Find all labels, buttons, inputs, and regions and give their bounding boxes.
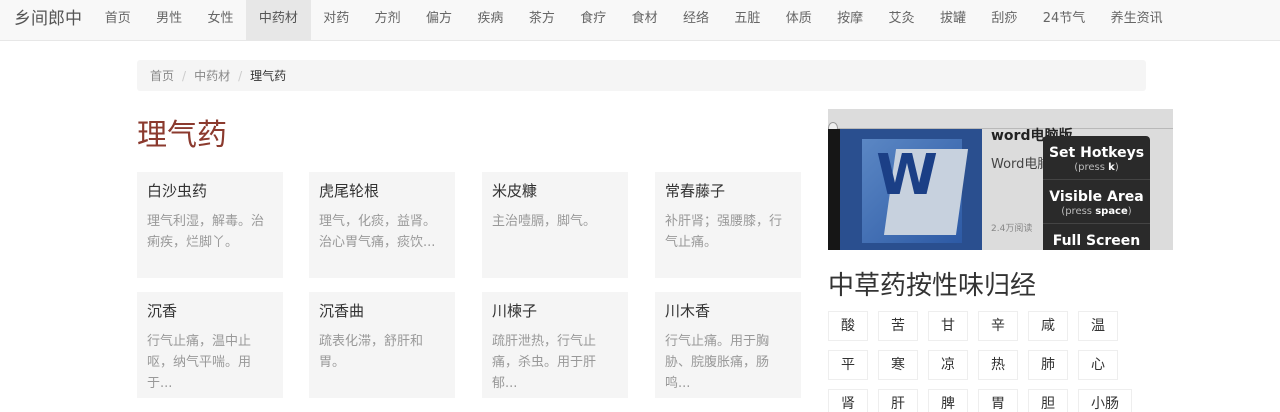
property-tag[interactable]: 肺 — [1028, 350, 1068, 380]
nav-item[interactable]: 艾灸 — [876, 0, 927, 41]
nav-item[interactable]: 拔罐 — [927, 0, 978, 41]
property-tag[interactable]: 胆 — [1028, 389, 1068, 412]
property-tag[interactable]: 咸 — [1028, 311, 1068, 341]
herb-card[interactable]: 虎尾轮根 理气，化痰，益肾。治心胃气痛，痰饮... — [309, 172, 455, 278]
herb-card-title[interactable]: 沉香 — [147, 301, 273, 321]
breadcrumb-current: 理气药 — [250, 69, 287, 83]
property-tag[interactable]: 心 — [1078, 350, 1118, 380]
nav-item[interactable]: 疾病 — [465, 0, 516, 41]
property-tag[interactable]: 苦 — [878, 311, 918, 341]
herb-card-desc: 补肝肾；强腰膝，行气止痛。 — [665, 214, 783, 250]
nav-item[interactable]: 按摩 — [824, 0, 875, 41]
herb-card[interactable]: 常春藤子 补肝肾；强腰膝，行气止痛。 — [655, 172, 801, 278]
ad-read-count: 2.4万阅读 — [991, 224, 1033, 234]
hotkey-hint-prefix: (press — [1074, 162, 1109, 173]
hotkey-hint-prefix: (press — [1061, 206, 1096, 217]
breadcrumb-section[interactable]: 中药材 — [194, 67, 230, 84]
nav-item[interactable]: 经络 — [670, 0, 721, 41]
nav-item[interactable]: 食疗 — [568, 0, 619, 41]
herb-card-title[interactable]: 米皮糠 — [492, 181, 618, 201]
property-tag[interactable]: 温 — [1078, 311, 1118, 341]
nav-item[interactable]: 24节气 — [1030, 0, 1098, 41]
herb-card-title[interactable]: 虎尾轮根 — [319, 181, 445, 201]
breadcrumb: 首页 / 中药材 / 理气药 — [137, 60, 1146, 91]
property-tag[interactable]: 小肠 — [1078, 389, 1132, 412]
herb-card[interactable]: 米皮糠 主治噎膈，脚气。 — [482, 172, 628, 278]
hotkey-label: Set Hotkeys — [1048, 145, 1145, 161]
property-tag[interactable]: 寒 — [878, 350, 918, 380]
hotkey-visible-area[interactable]: Visible Area (press space) — [1043, 180, 1150, 224]
site-brand[interactable]: 乡间郎中 — [14, 0, 82, 41]
herb-card-title[interactable]: 沉香曲 — [319, 301, 445, 321]
hotkey-overlay: Set Hotkeys (press k) Visible Area (pres… — [1043, 136, 1150, 250]
page-title: 理气药 — [137, 118, 227, 153]
nav-item[interactable]: 茶方 — [516, 0, 567, 41]
nav-item[interactable]: 中药材 — [246, 0, 311, 41]
nav-item[interactable]: 男性 — [143, 0, 194, 41]
word-logo-icon: W — [840, 129, 982, 250]
herb-card[interactable]: 沉香 行气止痛，温中止呕，纳气平喘。用于... — [137, 292, 283, 398]
hotkey-set[interactable]: Set Hotkeys (press k) — [1043, 136, 1150, 180]
herb-card-title[interactable]: 川楝子 — [492, 301, 618, 321]
hotkey-hint-suffix: ) — [1127, 206, 1132, 217]
herb-card-desc: 行气止痛，温中止呕，纳气平喘。用于... — [147, 334, 252, 391]
property-tag[interactable]: 酸 — [828, 311, 868, 341]
nav-item[interactable]: 体质 — [773, 0, 824, 41]
nav-item[interactable]: 首页 — [92, 0, 143, 41]
hotkey-hint: (press k) — [1043, 161, 1150, 180]
hotkey-hint: (press space) — [1043, 205, 1150, 224]
hotkey-key: space — [1095, 206, 1128, 217]
nav-item[interactable]: 方剂 — [362, 0, 413, 41]
breadcrumb-separator: / — [182, 68, 187, 83]
property-tag[interactable]: 肾 — [828, 389, 868, 412]
herb-card-desc: 理气，化痰，益肾。治心胃气痛，痰饮... — [319, 214, 437, 250]
herb-card[interactable]: 白沙虫药 理气利湿，解毒。治痢疾，烂脚丫。 — [137, 172, 283, 278]
property-tag[interactable]: 凉 — [928, 350, 968, 380]
property-tag[interactable]: 脾 — [928, 389, 968, 412]
top-navbar: 乡间郎中 首页 男性 女性 中药材 对药 方剂 偏方 疾病 茶方 食疗 食材 经络 五脏 体质 按摩 艾灸 拔罐… — [0, 0, 1280, 41]
property-tag[interactable]: 辛 — [978, 311, 1018, 341]
herb-card[interactable]: 沉香曲 疏表化滞，舒肝和胃。 — [309, 292, 455, 398]
nav-item[interactable]: 食材 — [619, 0, 670, 41]
property-tag[interactable]: 平 — [828, 350, 868, 380]
nav-item[interactable]: 刮痧 — [979, 0, 1030, 41]
ad-subtitle: Word电脑 — [991, 157, 1051, 172]
herb-card-title[interactable]: 白沙虫药 — [147, 181, 273, 201]
nav-menu: 首页 男性 女性 中药材 对药 方剂 偏方 疾病 茶方 食疗 食材 经络 五脏 体质 按摩 艾灸 拔罐 刮痧 24节… — [92, 0, 1175, 41]
property-tag[interactable]: 热 — [978, 350, 1018, 380]
section-title: 中草药按性味归经 — [828, 271, 1037, 301]
breadcrumb-separator: / — [238, 68, 243, 83]
herb-card-title[interactable]: 常春藤子 — [665, 181, 791, 201]
nav-item[interactable]: 养生资讯 — [1098, 0, 1175, 41]
hotkey-key: k — [1108, 162, 1115, 173]
herb-card[interactable]: 川木香 行气止痛。用于胸胁、脘腹胀痛，肠鸣... — [655, 292, 801, 398]
herb-card-desc: 主治噎膈，脚气。 — [492, 214, 597, 229]
herb-card-desc: 疏表化滞，舒肝和胃。 — [319, 334, 424, 370]
hotkey-full-screen[interactable]: Full Screen — [1043, 224, 1150, 249]
breadcrumb-home[interactable]: 首页 — [150, 67, 174, 84]
hotkey-label: Visible Area — [1049, 189, 1144, 205]
nav-item[interactable]: 女性 — [195, 0, 246, 41]
hotkey-hint-suffix: ) — [1114, 162, 1119, 173]
herb-card-title[interactable]: 川木香 — [665, 301, 791, 321]
ad-edge — [828, 129, 840, 250]
nav-item[interactable]: 五脏 — [722, 0, 773, 41]
nav-item[interactable]: 偏方 — [413, 0, 464, 41]
herb-card[interactable]: 川楝子 疏肝泄热，行气止痛，杀虫。用于肝郁... — [482, 292, 628, 398]
word-logo-letter: W — [876, 143, 938, 208]
hotkey-label: Full Screen — [1052, 233, 1141, 249]
nav-item[interactable]: 对药 — [311, 0, 362, 41]
property-tag[interactable]: 甘 — [928, 311, 968, 341]
herb-card-desc: 行气止痛。用于胸胁、脘腹胀痛，肠鸣... — [665, 334, 770, 391]
property-tag[interactable]: 肝 — [878, 389, 918, 412]
property-tag[interactable]: 胃 — [978, 389, 1018, 412]
herb-card-desc: 理气利湿，解毒。治痢疾，烂脚丫。 — [147, 214, 265, 250]
herb-card-desc: 疏肝泄热，行气止痛，杀虫。用于肝郁... — [492, 334, 597, 391]
